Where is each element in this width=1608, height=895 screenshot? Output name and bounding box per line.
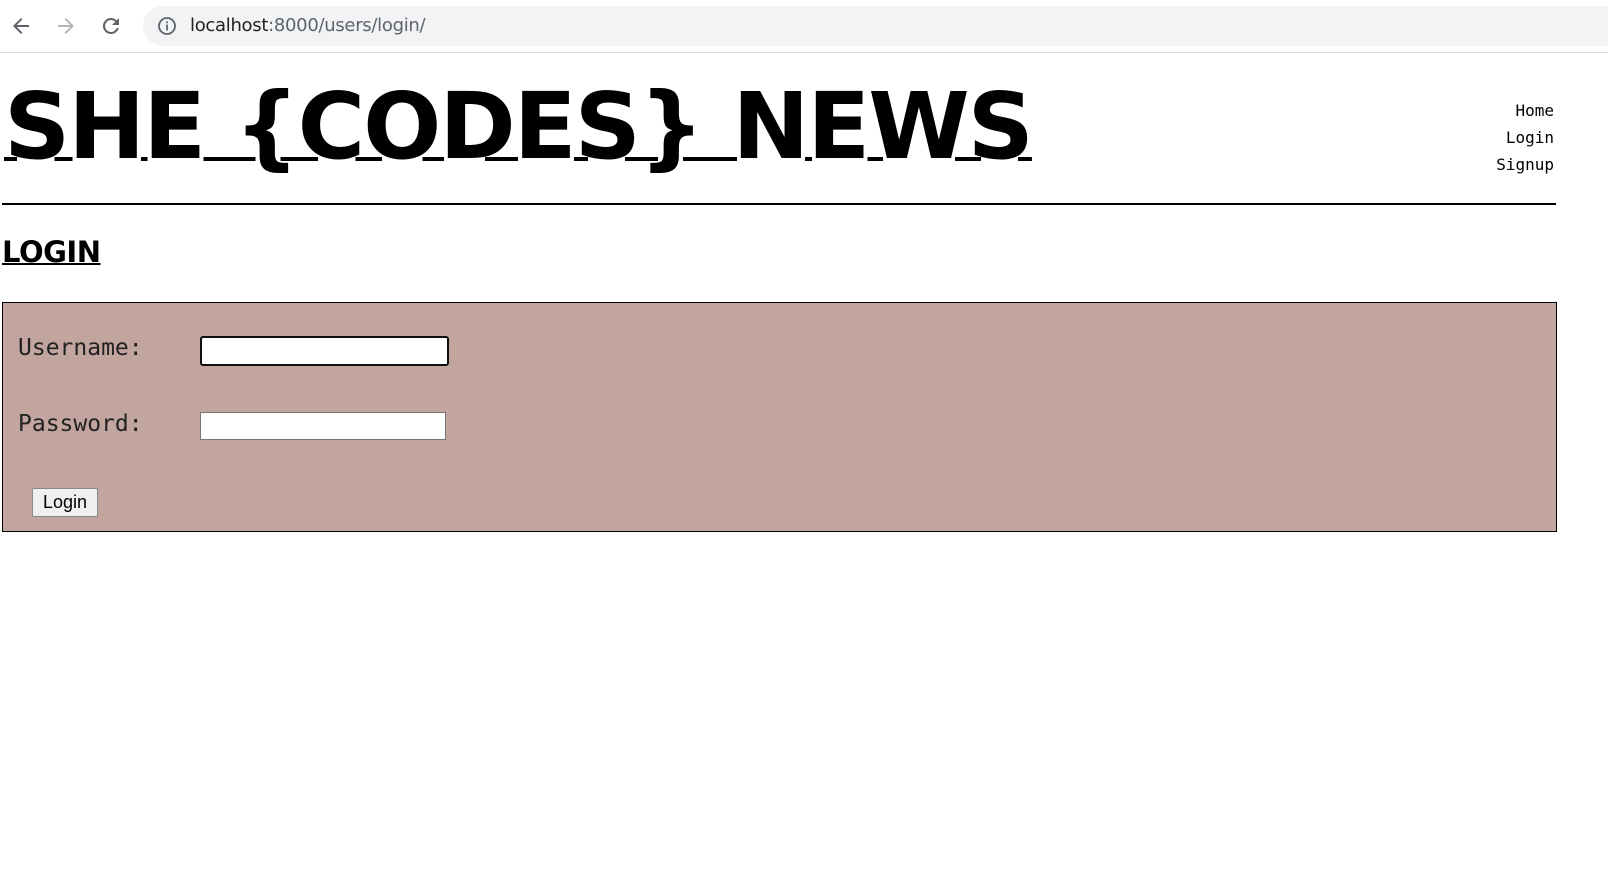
login-form: Username: Password: Login [2,302,1557,532]
back-button[interactable] [7,9,35,43]
browser-toolbar: localhost:8000/users/login/ [0,0,1608,53]
forward-button[interactable] [52,9,80,43]
url-host: localhost [190,15,269,36]
reload-icon [102,17,119,34]
address-bar[interactable]: localhost:8000/users/login/ [143,6,1608,46]
site-header: SHE {CODES} NEWS Home Login Signup [0,53,1608,205]
username-label: Username: [18,335,143,361]
url-path: :8000/users/login/ [268,15,426,36]
nav-signup-link[interactable]: Signup [1496,151,1554,178]
url-text[interactable]: localhost:8000/users/login/ [190,15,426,36]
username-input[interactable] [200,336,449,366]
forward-arrow-icon [58,18,74,34]
site-nav: Home Login Signup [1496,97,1554,178]
nav-login-link[interactable]: Login [1496,124,1554,151]
nav-home-link[interactable]: Home [1496,97,1554,124]
password-input[interactable] [200,412,446,440]
header-divider [2,203,1556,205]
reload-button[interactable] [97,9,125,43]
page-title: LOGIN [2,235,101,269]
info-icon[interactable] [157,16,177,36]
site-title-link[interactable]: SHE {CODES} NEWS [4,77,1034,177]
back-arrow-icon [13,18,29,34]
login-button[interactable]: Login [32,488,99,517]
password-label: Password: [18,411,143,437]
